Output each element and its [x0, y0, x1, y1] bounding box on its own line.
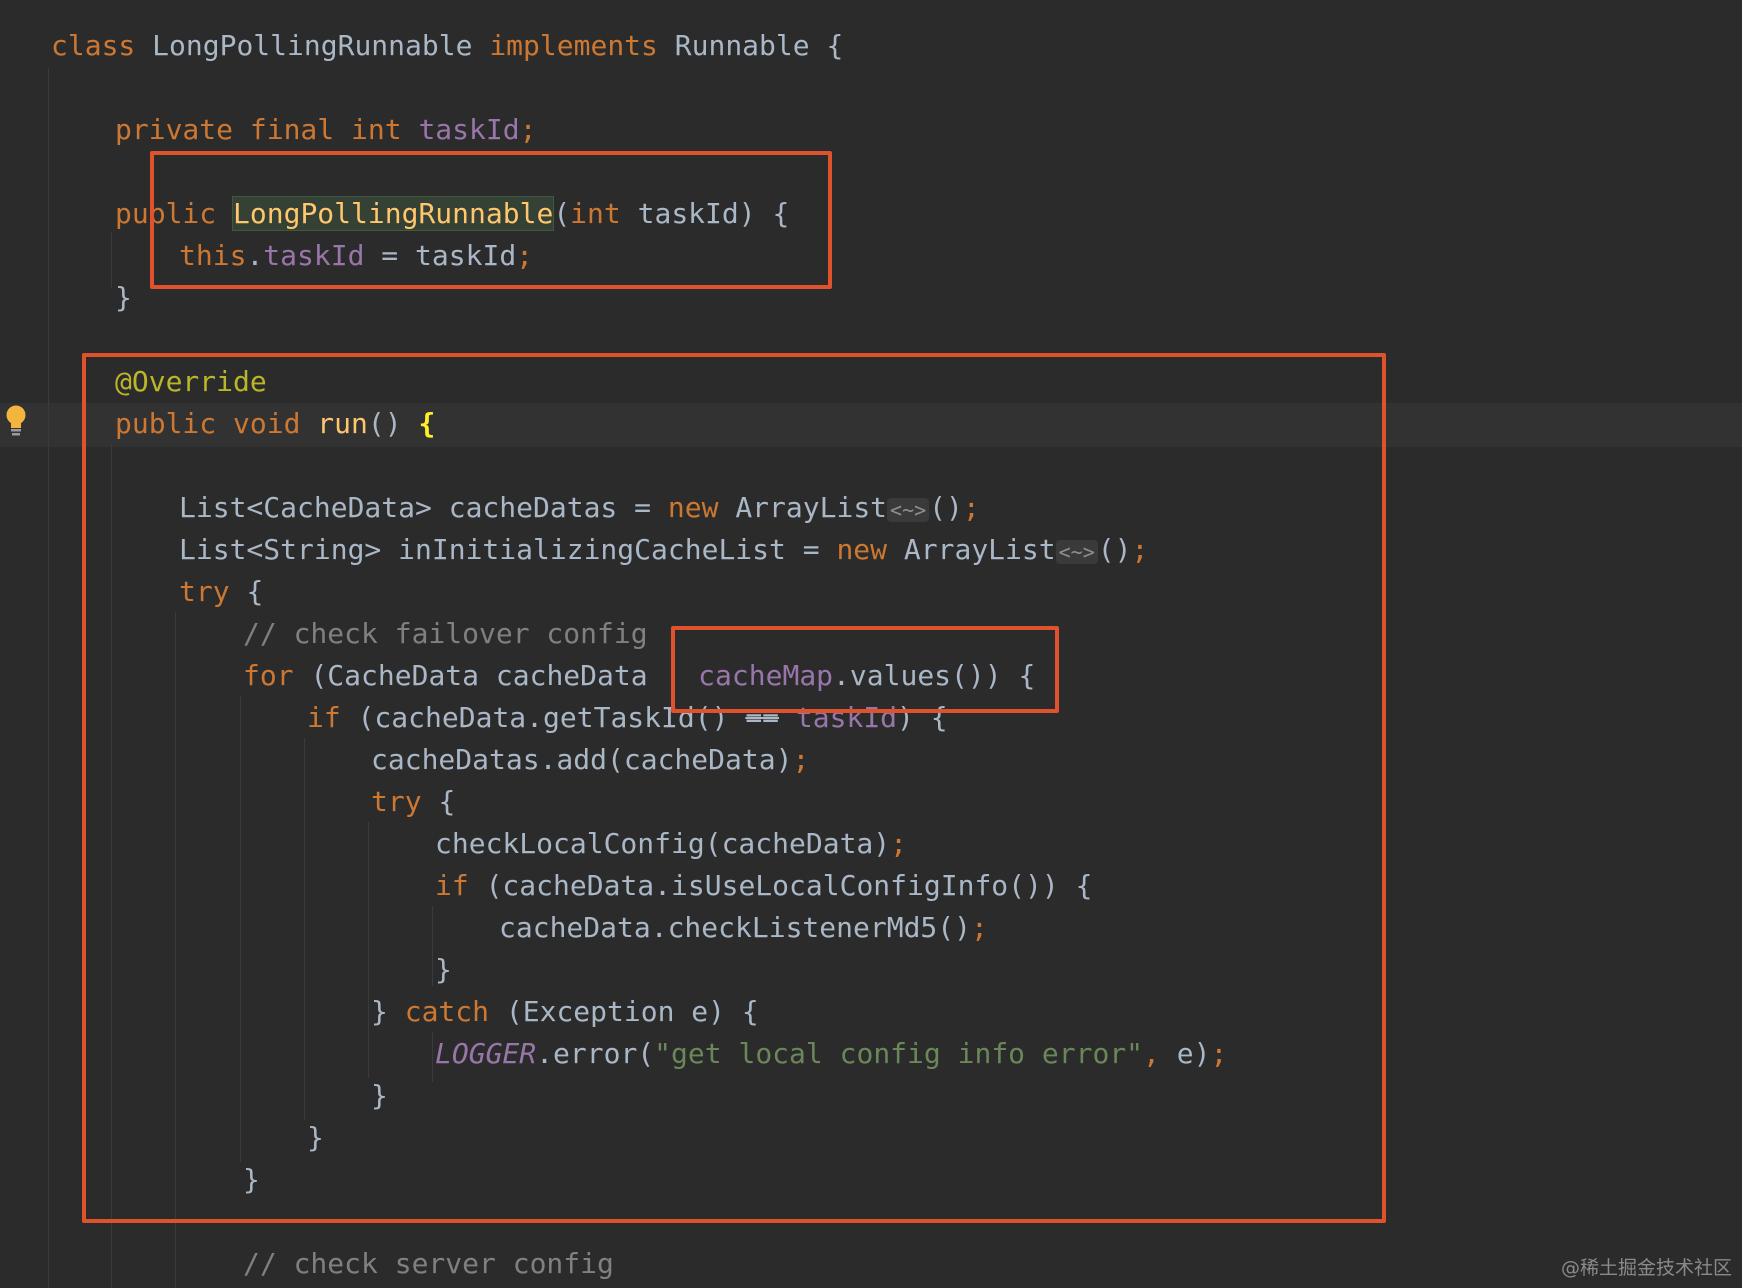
cachemap-highlight-box — [671, 626, 1059, 713]
code-token: implements — [489, 29, 675, 62]
code-line[interactable]: // check server config — [243, 1243, 614, 1285]
code-line[interactable]: class LongPollingRunnable implements Run… — [51, 25, 843, 67]
indent-guide — [111, 232, 112, 288]
code-token: ; — [519, 113, 537, 146]
lightbulb-icon[interactable] — [5, 404, 27, 438]
code-token: class — [51, 29, 153, 62]
code-line[interactable]: private final int taskId; — [115, 109, 536, 151]
run-method-highlight-box — [82, 353, 1386, 1223]
code-token: private final int — [115, 113, 419, 146]
constructor-highlight-box — [150, 151, 832, 289]
code-token: // check server config — [243, 1247, 614, 1280]
code-token: LongPollingRunnable — [152, 29, 490, 62]
code-token: Runnable { — [674, 29, 844, 62]
code-line[interactable]: } — [115, 277, 132, 319]
indent-guide — [48, 68, 49, 1288]
code-token: } — [115, 281, 132, 314]
code-editor[interactable]: class LongPollingRunnable implements Run… — [0, 0, 1742, 1288]
watermark: @稀土掘金技术社区 — [1560, 1257, 1732, 1279]
code-token: taskId — [418, 113, 520, 146]
